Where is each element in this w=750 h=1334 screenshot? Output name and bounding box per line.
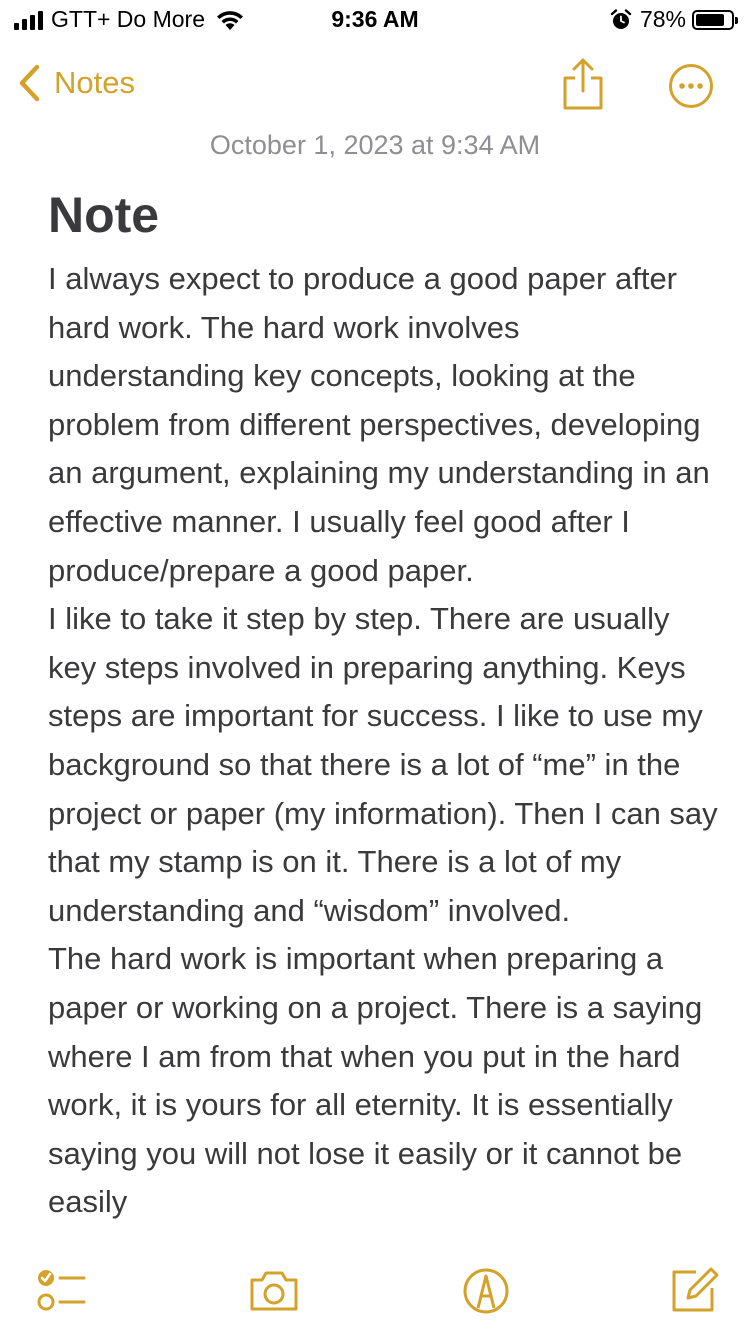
note-paragraph[interactable]: I always expect to produce a good paper …: [48, 255, 718, 595]
back-button[interactable]: Notes: [16, 63, 135, 103]
note-title[interactable]: Note: [48, 186, 159, 244]
status-right: 78%: [610, 6, 738, 33]
checklist-icon: [37, 1270, 86, 1311]
note-paragraph[interactable]: The hard work is important when preparin…: [48, 935, 718, 1227]
battery-percent: 78%: [639, 6, 686, 32]
note-body[interactable]: I always expect to produce a good paper …: [48, 255, 718, 1227]
share-icon[interactable]: [560, 57, 606, 111]
back-label: Notes: [54, 65, 135, 100]
checklist-button[interactable]: [32, 1262, 88, 1318]
more-icon[interactable]: [668, 63, 714, 109]
status-bar: GTT+ Do More 9:36 AM 78%: [0, 0, 750, 40]
alarm-icon: [610, 8, 632, 29]
compose-icon: [672, 1267, 719, 1312]
battery-icon: [692, 9, 738, 30]
nav-bar: Notes: [0, 55, 750, 115]
markup-button[interactable]: [458, 1262, 514, 1318]
note-paragraph[interactable]: I like to take it step by step. There ar…: [48, 595, 718, 935]
note-date: October 1, 2023 at 9:34 AM: [209, 130, 541, 160]
markup-icon: [463, 1268, 509, 1314]
chevron-left-icon: [19, 64, 40, 102]
bottom-toolbar: [0, 1262, 750, 1322]
compose-button[interactable]: [666, 1262, 722, 1318]
camera-button[interactable]: [246, 1262, 302, 1318]
camera-icon: [250, 1271, 298, 1311]
